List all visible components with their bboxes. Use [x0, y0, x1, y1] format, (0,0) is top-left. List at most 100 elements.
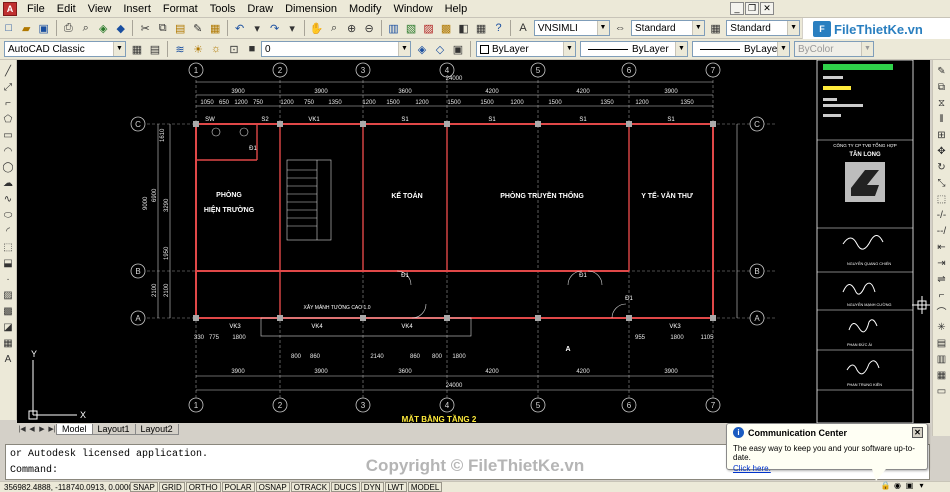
menu-edit[interactable]: Edit — [51, 0, 82, 18]
polyline-icon[interactable]: ⌐ — [0, 96, 16, 110]
text-style-select[interactable]: VNSIMLI ▼ — [533, 20, 610, 36]
draworder-icon[interactable]: ▤ — [934, 336, 950, 350]
plot-preview-icon[interactable]: ⌕ — [78, 20, 94, 36]
erase-icon[interactable]: ✎ — [934, 64, 950, 78]
match-properties-icon[interactable]: ✎ — [190, 20, 206, 36]
make-object-layer-current-icon[interactable]: ◈ — [414, 41, 430, 57]
properties-icon[interactable]: ▥ — [386, 20, 402, 36]
ducs-toggle[interactable]: DUCS — [331, 482, 360, 492]
undo-dropdown-icon[interactable]: ▾ — [249, 20, 265, 36]
table-icon[interactable]: ▦ — [0, 336, 16, 350]
distance-icon[interactable]: ▭ — [934, 384, 950, 398]
chamfer-icon[interactable]: ⌐ — [934, 288, 950, 302]
zoom-realtime-icon[interactable]: ⌕ — [326, 20, 342, 36]
osnap-toggle[interactable]: OSNAP — [255, 482, 290, 492]
copy-object-icon[interactable]: ⧉ — [934, 80, 950, 94]
array-icon[interactable]: ⊞ — [934, 128, 950, 142]
table-style-icon[interactable]: ▦ — [708, 20, 724, 36]
minimize-icon[interactable]: _ — [730, 2, 744, 15]
menu-modify[interactable]: Modify — [343, 0, 387, 18]
workspace-select[interactable]: AutoCAD Classic ▼ — [4, 41, 126, 57]
help-icon[interactable]: ? — [491, 20, 507, 36]
redo-dropdown-icon[interactable]: ▾ — [284, 20, 300, 36]
construction-line-icon[interactable]: ⤢ — [0, 80, 16, 94]
table-style-select[interactable]: Standard ▼ — [726, 20, 801, 36]
tab-layout2[interactable]: Layout2 — [134, 424, 179, 435]
insert-block-icon[interactable]: ⬚ — [0, 240, 16, 254]
linetype-select[interactable]: ByLayer ▼ — [580, 41, 688, 57]
autocad-app-icon[interactable]: A — [3, 1, 17, 16]
dyn-toggle[interactable]: DYN — [360, 482, 384, 492]
redo-icon[interactable]: ↷ — [267, 20, 283, 36]
lwt-toggle[interactable]: LWT — [384, 482, 407, 492]
revcloud-icon[interactable]: ☁ — [0, 176, 16, 190]
menu-tools[interactable]: Tools — [204, 0, 242, 18]
multiline-text-icon[interactable]: A — [0, 352, 16, 366]
drawing-canvas[interactable]: 1 2 3 4 5 6 7 1 2 3 4 5 6 7 C B A C B A — [17, 60, 930, 423]
print-icon[interactable]: ⎙ — [60, 20, 76, 36]
menu-file[interactable]: File — [21, 0, 51, 18]
open-folder-icon[interactable]: ▰ — [19, 20, 35, 36]
spline-icon[interactable]: ∿ — [0, 192, 16, 206]
circle-icon[interactable]: ◯ — [0, 160, 16, 174]
layer-tools-icon[interactable]: ▥ — [934, 352, 950, 366]
region-icon[interactable]: ◪ — [0, 320, 16, 334]
extend-icon[interactable]: --/ — [934, 224, 950, 238]
otrack-toggle[interactable]: OTRACK — [290, 482, 331, 492]
dim-style-select[interactable]: Standard ▼ — [631, 20, 705, 36]
point-icon[interactable]: · — [0, 272, 16, 286]
3d-dwf-icon[interactable]: ◆ — [113, 20, 129, 36]
publish-icon[interactable]: ◈ — [95, 20, 111, 36]
join-icon[interactable]: ⇌ — [934, 272, 950, 286]
menu-window[interactable]: Window — [387, 0, 438, 18]
layer-previous-icon[interactable]: ◇ — [432, 41, 448, 57]
mirror-icon[interactable]: ⧖ — [934, 96, 950, 110]
layer-select[interactable]: 0 ▼ — [261, 41, 411, 57]
communication-center-icon[interactable]: ◉ — [892, 481, 903, 491]
tab-first-icon[interactable]: |◀ — [17, 424, 27, 435]
line-icon[interactable]: ╱ — [0, 64, 16, 78]
polygon-icon[interactable]: ⬠ — [0, 112, 16, 126]
explode-icon[interactable]: ✳ — [934, 320, 950, 334]
clean-screen-icon[interactable]: ▣ — [904, 481, 915, 491]
design-center-icon[interactable]: ▧ — [403, 20, 419, 36]
tab-layout1[interactable]: Layout1 — [91, 424, 136, 435]
quickcalc-icon[interactable]: ▦ — [473, 20, 489, 36]
layer-states-icon[interactable]: ▣ — [450, 41, 466, 57]
coordinate-readout[interactable]: 356982.4888, -118740.0913, 0.0000 — [0, 483, 130, 492]
lock-icon[interactable]: 🔒 — [880, 481, 891, 491]
fillet-icon[interactable]: ⌒ — [934, 304, 950, 319]
scale-icon[interactable]: ⤡ — [934, 176, 950, 190]
paste-icon[interactable]: ▤ — [172, 20, 188, 36]
offset-icon[interactable]: ⫴ — [934, 112, 950, 126]
hatch-icon[interactable]: ▨ — [0, 288, 16, 302]
tab-model[interactable]: Model — [56, 424, 93, 435]
zoom-previous-icon[interactable]: ⊖ — [361, 20, 377, 36]
grid-toggle[interactable]: GRID — [158, 482, 185, 492]
move-icon[interactable]: ✥ — [934, 144, 950, 158]
break-icon[interactable]: ⇥ — [934, 256, 950, 270]
ellipse-icon[interactable]: ⬭ — [0, 208, 16, 222]
menu-draw[interactable]: Draw — [241, 0, 279, 18]
menu-insert[interactable]: Insert — [117, 0, 157, 18]
ellipse-arc-icon[interactable]: ◜ — [0, 224, 16, 238]
layer-manager-icon[interactable]: ≋ — [172, 41, 188, 57]
trim-icon[interactable]: -/- — [934, 208, 950, 222]
make-block-icon[interactable]: ⬓ — [0, 256, 16, 270]
save-icon[interactable]: ▣ — [36, 20, 52, 36]
menu-format[interactable]: Format — [157, 0, 204, 18]
new-file-icon[interactable]: □ — [1, 20, 17, 36]
ortho-toggle[interactable]: ORTHO — [185, 482, 221, 492]
tool-palettes-icon[interactable]: ▨ — [421, 20, 437, 36]
model-toggle[interactable]: MODEL — [407, 482, 443, 492]
rotate-icon[interactable]: ↻ — [934, 160, 950, 174]
balloon-close-button[interactable]: ✕ — [912, 427, 923, 438]
color-select[interactable]: ByLayer ▼ — [476, 41, 576, 57]
break-at-point-icon[interactable]: ⇤ — [934, 240, 950, 254]
tab-prev-icon[interactable]: ◀ — [27, 424, 37, 435]
undo-icon[interactable]: ↶ — [232, 20, 248, 36]
dim-style-icon[interactable]: ⇔ — [613, 20, 629, 36]
text-style-icon[interactable]: A — [515, 20, 531, 36]
workspace-settings-icon[interactable]: ▦ — [129, 41, 145, 57]
markup-icon[interactable]: ◧ — [456, 20, 472, 36]
